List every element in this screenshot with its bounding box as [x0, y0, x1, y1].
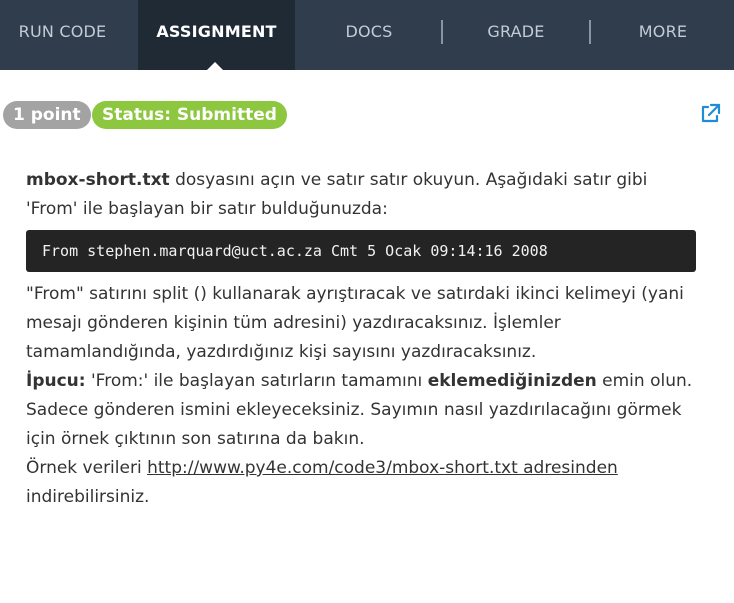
tab-run-code[interactable]: RUN CODE: [0, 0, 125, 64]
sample-data-link[interactable]: http://www.py4e.com/code3/mbox-short.txt…: [147, 458, 618, 478]
assignment-content: mbox-short.txt dosyasını açın ve satır s…: [26, 166, 696, 512]
filename: mbox-short.txt: [26, 170, 170, 190]
hint-paragraph: İpucu: 'From:' ile başlayan satırların t…: [26, 367, 696, 454]
tab-docs[interactable]: DOCS: [300, 0, 438, 64]
hint-emphasis: eklemediğinizden: [427, 371, 597, 391]
sample-prefix: Örnek verileri: [26, 458, 148, 478]
sample-suffix: indirebilirsiniz.: [26, 487, 150, 507]
code-sample: From stephen.marquard@uct.ac.za Cmt 5 Oc…: [26, 230, 696, 272]
tab-more[interactable]: MORE: [592, 0, 734, 64]
instructions-paragraph: "From" satırını split () kullanarak ayrı…: [26, 284, 684, 362]
nav-divider: [589, 20, 591, 44]
top-nav: RUN CODE ASSIGNMENT DOCS GRADE MORE: [0, 0, 734, 70]
tab-assignment[interactable]: ASSIGNMENT: [138, 0, 295, 70]
sample-data-paragraph: Örnek verileri http://www.py4e.com/code3…: [26, 454, 696, 512]
active-tab-caret: [207, 62, 223, 70]
hint-label: İpucu:: [26, 371, 86, 391]
tab-grade[interactable]: GRADE: [445, 0, 587, 64]
status-badge: Status: Submitted: [92, 101, 287, 129]
intro-paragraph: mbox-short.txt dosyasını açın ve satır s…: [26, 166, 696, 224]
external-link-icon[interactable]: [699, 103, 721, 125]
points-badge: 1 point: [3, 101, 91, 129]
hint-text-1: 'From:' ile başlayan satırların tamamını: [85, 371, 428, 391]
nav-divider: [441, 20, 443, 44]
